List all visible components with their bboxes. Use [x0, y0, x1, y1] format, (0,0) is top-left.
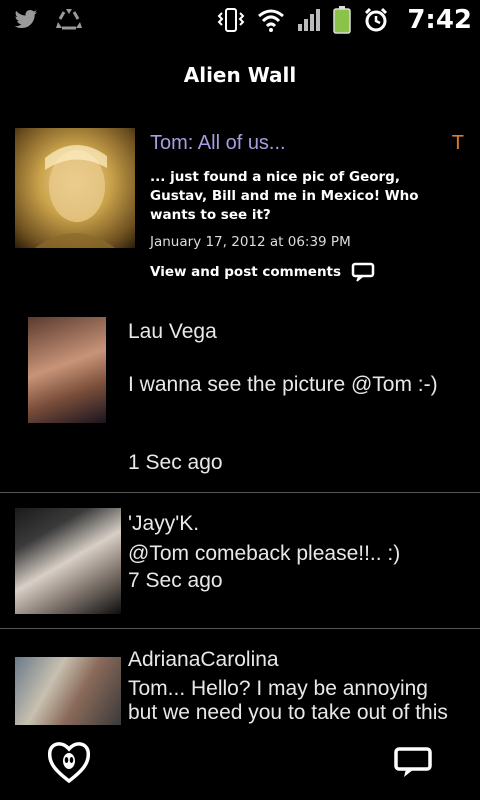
wifi-icon [257, 8, 285, 32]
wall-post[interactable]: Tom: All of us... T ... just found a nic… [0, 110, 480, 300]
post-body: ... just found a nice pic of Georg, Gust… [150, 169, 419, 223]
comment-item[interactable]: AdrianaCarolina Tom... Hello? I may be a… [0, 629, 480, 735]
post-marker: T [451, 132, 464, 154]
status-clock: 7:42 [407, 5, 472, 35]
post-date: January 17, 2012 at 06:39 PM [150, 234, 351, 250]
battery-icon [333, 6, 352, 34]
comment-time: 7 Sec ago [128, 569, 223, 592]
comment-time: 1 Sec ago [128, 451, 223, 474]
twitter-icon [14, 10, 38, 30]
alarm-icon [363, 7, 389, 33]
comment-text: I wanna see the picture @Tom :-) [128, 373, 438, 396]
post-author[interactable]: Tom: All of us... [150, 132, 286, 155]
recycle-icon [56, 8, 82, 32]
post-avatar[interactable] [15, 128, 135, 248]
title-bar: Alien Wall [0, 40, 480, 110]
bottom-bar [0, 735, 480, 800]
comment-author[interactable]: AdrianaCarolina [128, 648, 279, 672]
signal-icon [297, 8, 321, 32]
page-title: Alien Wall [183, 63, 297, 87]
view-comments-link[interactable]: View and post comments [150, 262, 375, 282]
comment-compose-icon[interactable] [394, 747, 432, 779]
view-comments-label: View and post comments [150, 264, 342, 280]
vibrate-icon [217, 7, 245, 33]
comment-avatar[interactable] [28, 317, 106, 423]
comment-avatar[interactable] [15, 508, 121, 614]
comment-avatar[interactable] [15, 657, 121, 725]
comment-author[interactable]: 'Jayy'K. [128, 512, 199, 536]
comment-item[interactable]: 'Jayy'K. @Tom comeback please!!.. :) 7 S… [0, 493, 480, 628]
alien-logo-icon[interactable] [46, 741, 92, 783]
comment-bubble-icon [351, 262, 375, 282]
comment-item[interactable]: Lau Vega I wanna see the picture @Tom :-… [0, 300, 480, 490]
comment-author[interactable]: Lau Vega [128, 320, 217, 344]
comment-text: @Tom comeback please!!.. :) [128, 542, 401, 565]
comment-text: Tom... Hello? I may be annoying but we n… [128, 677, 448, 724]
status-bar: 7:42 [0, 0, 480, 40]
